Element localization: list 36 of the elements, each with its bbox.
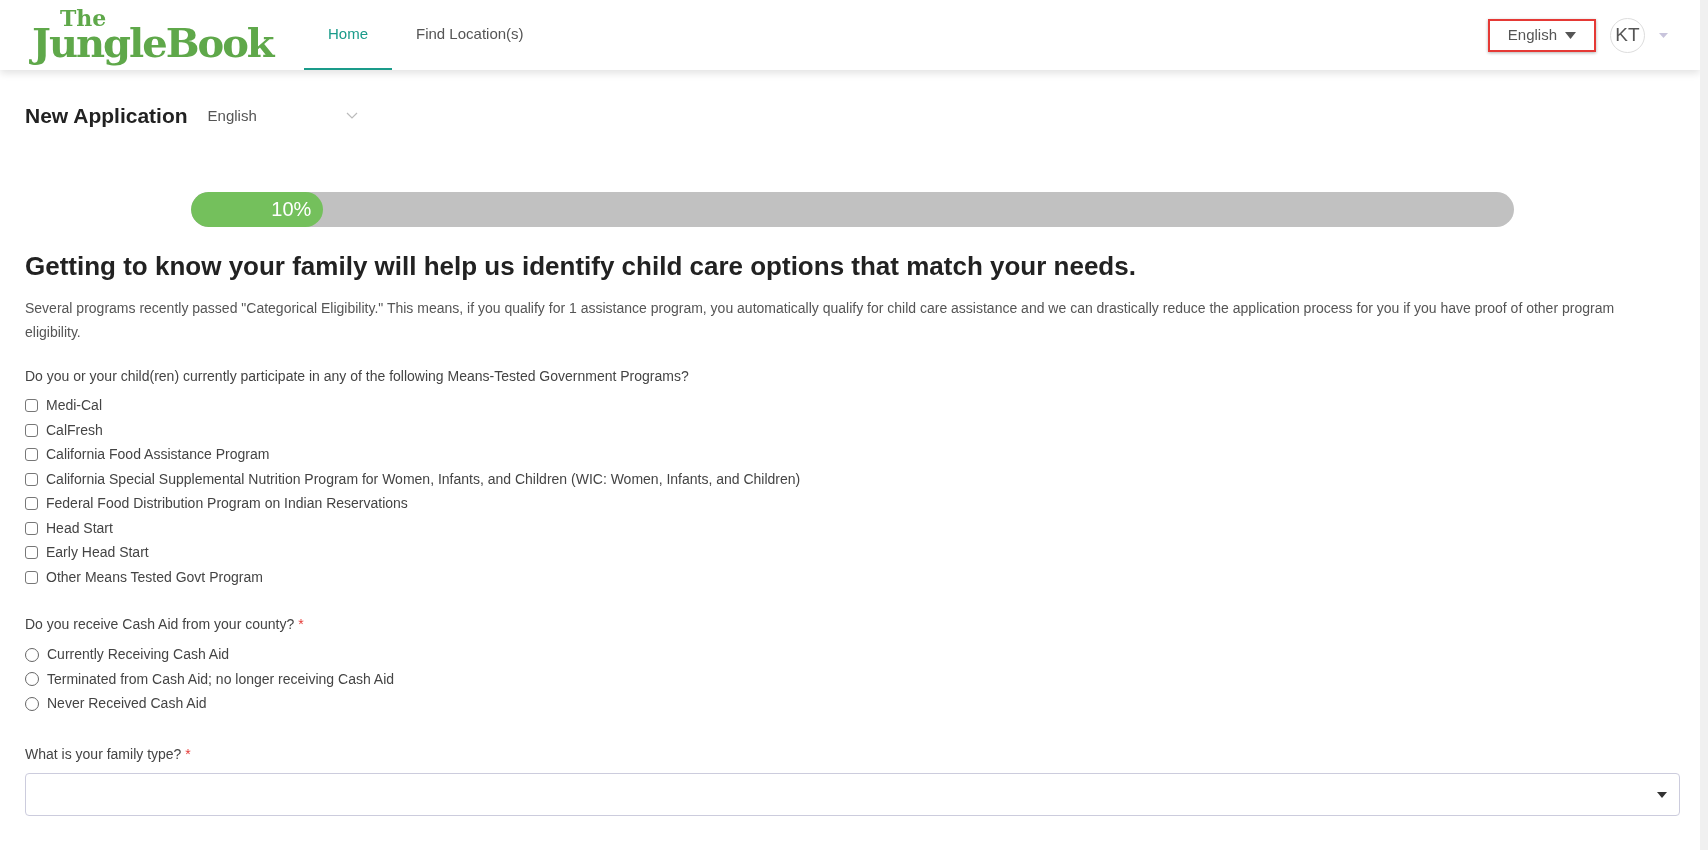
radio-label: Terminated from Cash Aid; no longer receiving Cash Aid [47, 669, 395, 689]
progress-reading: 10% [271, 197, 312, 222]
checkbox-label: CalFresh [46, 420, 103, 440]
checkbox-label: Early Head Start [46, 543, 149, 563]
chevron-down-icon [345, 112, 358, 120]
checkbox[interactable] [25, 570, 38, 584]
page-title: New Application [25, 103, 188, 129]
nav-tab[interactable]: Find Location(s) [392, 0, 548, 70]
caret-icon [1657, 791, 1667, 798]
checkbox[interactable] [25, 546, 38, 560]
checkbox-label: Other Means Tested Govt Program [46, 567, 263, 587]
nav-tab[interactable]: Home [304, 0, 392, 70]
checkbox-label: California Special Supplemental Nutrition Program for Women, Infants, and Children (WIC: Women, Infants, and Children) [46, 469, 801, 489]
section-heading: Getting to know your family will help us identify child care options that match your needs. [25, 249, 1137, 283]
question-label: What is your family type? * [25, 745, 192, 764]
checkbox[interactable] [25, 423, 38, 437]
checkbox-label: Federal Food Distribution Program on Indian Reservations [46, 494, 408, 514]
language-select[interactable]: English [207, 104, 358, 127]
checkbox[interactable] [25, 472, 38, 486]
caret-icon [1565, 31, 1576, 39]
checkbox[interactable] [25, 497, 38, 511]
intro-paragraph: Several programs recently passed "Categorical Eligibility." This means, if you qualify for 1 assistance program, you automatically qualify for child care assistance and we can drastically reduce the application process for you if you have proof of other program eligibility. [25, 298, 1616, 342]
required-mark: * [298, 615, 304, 632]
checkbox-label: California Food Assistance Program [46, 445, 270, 465]
checkbox[interactable] [25, 448, 38, 462]
radio-label: Never Received Cash Aid [47, 694, 207, 714]
checkbox[interactable] [25, 399, 38, 413]
checkbox[interactable] [25, 521, 38, 535]
radio-label: Currently Receiving Cash Aid [47, 645, 230, 665]
question-label: Do you or your child(ren) currently participate in any of the following Means-Tested Government Programs? [25, 366, 690, 386]
checkbox-label: Head Start [46, 518, 113, 538]
required-mark: * [185, 746, 191, 762]
checkbox-label: Medi-Cal [46, 396, 102, 416]
question-label: Do you receive Cash Aid from your county? * [25, 614, 305, 634]
caret-icon [1659, 32, 1668, 38]
language-menu[interactable]: English [1487, 18, 1596, 52]
